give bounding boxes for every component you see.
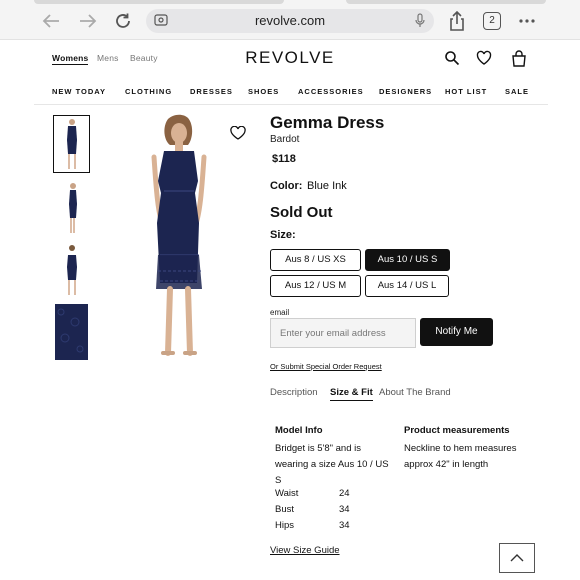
- size-label: Size:: [270, 229, 296, 241]
- size-option-s[interactable]: Aus 10 / US S: [365, 249, 450, 271]
- share-icon[interactable]: [446, 10, 468, 32]
- favorite-heart-icon[interactable]: [230, 125, 246, 140]
- tab-size-fit[interactable]: Size & Fit: [330, 387, 373, 401]
- browser-tab-strip: [34, 0, 284, 4]
- product-title: Gemma Dress: [270, 113, 385, 132]
- microphone-icon[interactable]: [414, 13, 426, 33]
- header-divider: [34, 104, 548, 105]
- size-option-m[interactable]: Aus 12 / US M: [270, 275, 361, 297]
- nav-accessories[interactable]: ACCESSORIES: [298, 87, 364, 96]
- browser-tab-strip: [346, 0, 546, 4]
- product-thumbnail-back[interactable]: [53, 241, 90, 299]
- product-brand[interactable]: Bardot: [270, 134, 299, 145]
- measurement-label-hips: Hips: [275, 520, 295, 531]
- tab-count-button[interactable]: 2: [483, 12, 501, 30]
- reload-icon[interactable]: [112, 10, 134, 32]
- chevron-up-icon: [510, 549, 524, 567]
- measurement-label-bust: Bust: [275, 504, 295, 515]
- site-logo[interactable]: REVOLVE: [0, 48, 580, 68]
- back-arrow-icon[interactable]: [40, 10, 62, 32]
- search-icon[interactable]: [444, 50, 460, 66]
- product-measurements-title: Product measurements: [404, 425, 510, 436]
- url-text: revolve.com: [254, 13, 326, 28]
- size-option-l[interactable]: Aus 14 / US L: [365, 275, 449, 297]
- product-thumbnail-front[interactable]: [53, 115, 90, 173]
- measurement-value-hips: 34: [339, 520, 350, 531]
- tab-description[interactable]: Description: [270, 387, 318, 398]
- more-options-icon[interactable]: [516, 10, 538, 32]
- wishlist-heart-icon[interactable]: [476, 50, 492, 66]
- measurement-label-waist: Waist: [275, 488, 299, 499]
- browser-toolbar: revolve.com 2: [0, 0, 580, 40]
- measurement-value-waist: 24: [339, 488, 350, 499]
- availability-status: Sold Out: [270, 204, 333, 221]
- product-thumbnail-detail[interactable]: [53, 303, 90, 361]
- product-measurements-text: Neckline to hem measures approx 42" in l…: [404, 443, 517, 470]
- tab-about-brand[interactable]: About The Brand: [379, 387, 451, 398]
- product-main-image[interactable]: [130, 113, 228, 361]
- email-field[interactable]: [270, 318, 416, 348]
- shopping-bag-icon[interactable]: [511, 50, 527, 67]
- nav-hot-list[interactable]: HOT LIST: [445, 87, 487, 96]
- back-to-top-button[interactable]: [499, 543, 535, 573]
- size-option-xs[interactable]: Aus 8 / US XS: [270, 249, 361, 271]
- email-label: email: [270, 308, 290, 317]
- nav-dresses[interactable]: DRESSES: [190, 87, 233, 96]
- color-value: Blue Ink: [307, 180, 347, 192]
- nav-shoes[interactable]: SHOES: [248, 87, 279, 96]
- color-label: Color:: [270, 180, 303, 192]
- product-price: $118: [272, 153, 296, 165]
- nav-clothing[interactable]: CLOTHING: [125, 87, 172, 96]
- model-info-text: Bridget is 5'8" and is wearing a size Au…: [275, 443, 389, 486]
- size-guide-link[interactable]: View Size Guide: [270, 545, 340, 556]
- forward-arrow-icon[interactable]: [77, 10, 99, 32]
- measurement-value-bust: 34: [339, 504, 350, 515]
- special-order-link[interactable]: Or Submit Special Order Request: [270, 362, 382, 371]
- nav-designers[interactable]: DESIGNERS: [379, 87, 432, 96]
- address-bar[interactable]: revolve.com: [146, 9, 434, 33]
- nav-sale[interactable]: SALE: [505, 87, 529, 96]
- product-thumbnail-side[interactable]: [53, 179, 90, 237]
- notify-me-button[interactable]: Notify Me: [420, 318, 493, 346]
- nav-new-today[interactable]: NEW TODAY: [52, 87, 106, 96]
- model-info-title: Model Info: [275, 425, 323, 436]
